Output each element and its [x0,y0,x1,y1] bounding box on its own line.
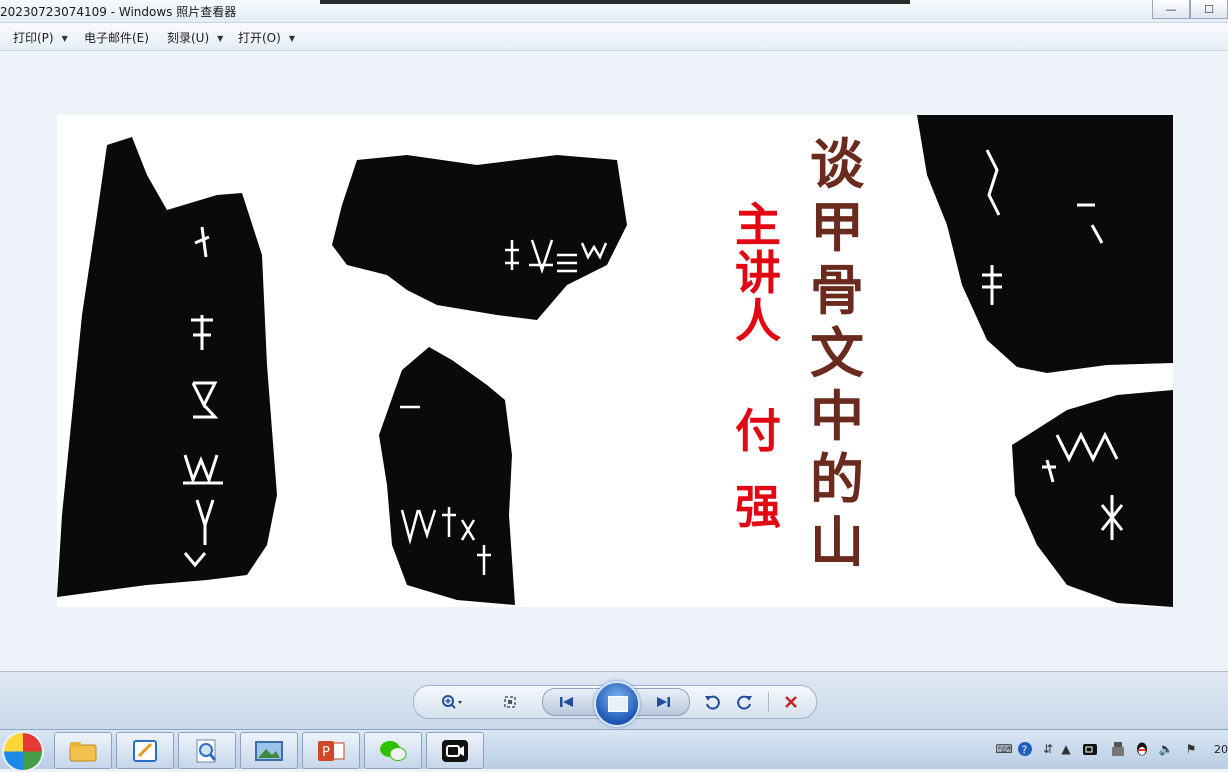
taskbar-explorer[interactable] [54,732,112,769]
folder-icon [69,741,97,761]
show-hidden-icons-icon[interactable]: ▲ [1058,741,1074,757]
chevron-down-icon[interactable]: ▼ [289,34,295,43]
title-char: 的 [810,447,864,511]
title-char: 山 [810,510,864,574]
bone-fragment-right-bottom [1012,390,1173,607]
taskbar-camera[interactable] [426,732,484,769]
chevron-down-icon[interactable]: ▼ [62,34,68,43]
displayed-photo: 谈 甲 骨 文 中 的 山 主 讲 人 付 强 [57,115,1173,607]
lecture-title: 谈 甲 骨 文 中 的 山 [802,133,872,574]
window-title: 20230723074109 - Windows 照片查看器 [0,5,237,19]
svg-text:P: P [322,745,330,760]
system-clock[interactable]: 20 [1214,743,1228,756]
menu-email-label: 电子邮件(E) [84,31,149,45]
svg-text:?: ? [1022,744,1028,757]
magnifier-icon[interactable] [440,692,464,712]
speaker-name: 付 强 [730,393,786,545]
overlay-strip [320,0,910,4]
wechat-icon [380,740,407,761]
taskbar-powerpoint[interactable]: P [302,732,360,769]
chevron-down-icon[interactable]: ▼ [217,34,223,43]
oracle-bone-rubbings [57,115,1173,607]
title-char: 文 [810,321,864,385]
next-icon[interactable] [651,692,675,712]
taskbar: P ⌨ ? ⇵ ▲ 🔈 ⚑ 20 [0,729,1228,772]
bone-fragment-right-top [917,115,1173,373]
rotate-counterclockwise-icon[interactable] [700,692,724,712]
menu-burn[interactable]: 刻录(U) ▼ [167,29,223,46]
speaker-label: 主 讲 人 [730,201,786,345]
bone-fragment-left [57,137,277,597]
volume-icon[interactable]: 🔈 [1158,741,1174,757]
taskbar-editor[interactable] [116,732,174,769]
menu-print-label: 打印(P) [13,31,54,45]
qq-icon[interactable] [1134,741,1150,757]
speaker-char: 讲 [735,246,781,300]
menu-burn-label: 刻录(U) [167,31,210,45]
action-center-flag-icon[interactable]: ⚑ [1183,741,1199,757]
speaker-char: 人 [735,294,781,348]
menu-open-label: 打开(O) [238,31,281,45]
menu-bar: 打印(P) ▼ 电子邮件(E) 刻录(U) ▼ 打开(O) ▼ [0,23,1228,51]
name-char: 强 [735,480,781,534]
taskbar-photo-viewer[interactable] [240,732,298,769]
window-controls: — ☐ [1152,0,1228,20]
video-camera-icon [442,739,468,762]
title-char: 骨 [810,258,864,322]
maximize-button[interactable]: ☐ [1190,0,1228,19]
minimize-button[interactable]: — [1152,0,1190,19]
actual-size-icon[interactable] [498,692,522,712]
help-icon[interactable]: ? [1017,741,1033,757]
bone-fragment-bottom [379,347,515,605]
usb-icon[interactable] [1110,741,1126,757]
rotate-clockwise-icon[interactable] [733,692,757,712]
slideshow-icon [608,696,628,712]
input-method-icon[interactable]: ⇵ [1040,741,1056,757]
title-bar: 20230723074109 - Windows 照片查看器 — ☐ [0,0,1228,23]
camera-tray-icon[interactable] [1082,741,1098,757]
search-app-icon [196,739,217,762]
menu-email[interactable]: 电子邮件(E) [84,29,149,46]
start-button[interactable] [2,731,44,772]
taskbar-search[interactable] [178,732,236,769]
previous-icon[interactable] [555,692,579,712]
photo-viewer-icon [255,740,283,761]
slideshow-button[interactable] [594,681,640,727]
viewer-controls [0,671,1228,730]
bone-fragment-top [332,155,627,320]
title-char: 中 [810,384,864,448]
control-separator [768,692,769,712]
taskbar-wechat[interactable] [364,732,422,769]
image-viewer: 谈 甲 骨 文 中 的 山 主 讲 人 付 强 [0,51,1228,671]
menu-print[interactable]: 打印(P) ▼ [13,29,68,46]
powerpoint-icon: P [318,740,345,761]
title-char: 谈 [810,132,864,196]
keyboard-icon[interactable]: ⌨ [995,741,1012,757]
notepad-icon [133,739,157,762]
title-char: 甲 [810,195,864,259]
name-char: 付 [735,404,781,458]
menu-open[interactable]: 打开(O) ▼ [238,29,295,46]
delete-icon[interactable] [779,692,803,712]
speaker-char: 主 [735,198,781,252]
